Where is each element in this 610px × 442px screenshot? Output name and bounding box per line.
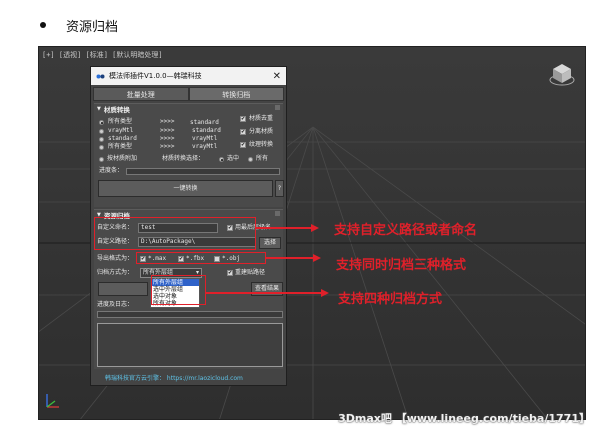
attach-by-material-radio[interactable] (99, 157, 104, 162)
page: 资源归档 [+] [透视] [标准] [默认明暗处理] 模法师插件V1.0.0—… (0, 0, 610, 442)
conv-to-2: standard (192, 127, 221, 134)
dialog-tabs: 批量处理 转换归档 (93, 87, 284, 101)
selected-label: 选中 (227, 155, 240, 162)
conv-to-4: vrayMtl (192, 143, 218, 150)
format-highlight (136, 252, 266, 264)
bullet-icon (40, 22, 46, 28)
conv-select-label: 材质转换选择： (162, 155, 205, 162)
select-path-button[interactable]: 选择 (259, 237, 281, 249)
conv-arrow-3: >>>> (160, 135, 175, 142)
texture-convert-checkbox[interactable]: ✔ (240, 142, 246, 148)
dedupe-material-label: 材质去重 (249, 115, 274, 122)
close-icon[interactable]: ✕ (273, 71, 281, 82)
name-path-highlight (94, 217, 256, 250)
material-rollout: ▼ 材质转换 所有类型 >>>> standard vrayMtl >>>> s… (94, 103, 284, 207)
conv-radio-2[interactable] (99, 129, 104, 134)
conv-arrow-4: >>>> (160, 143, 175, 150)
watermark: 3Dmax吧 【www.lineeg.com/tieba/1771】 (338, 412, 590, 425)
split-material-label: 分离材质 (249, 128, 274, 135)
one-click-convert-button[interactable]: 一键转换 (98, 180, 273, 197)
all-label: 所有 (256, 155, 269, 162)
conv-to-3: vrayMtl (192, 135, 218, 142)
dedupe-material-checkbox[interactable]: ✔ (240, 116, 246, 122)
texture-convert-label: 纹理转换 (249, 141, 274, 148)
conv-radio-1[interactable] (99, 120, 104, 125)
section-heading: 资源归档 (40, 15, 118, 35)
conv-arrow-1: >>>> (160, 118, 175, 125)
conv-arrow-2: >>>> (160, 127, 175, 134)
material-section-title: 材质转换 (103, 106, 130, 114)
archive-run-button[interactable] (98, 282, 148, 296)
help-button[interactable]: ? (275, 180, 284, 197)
footer-link[interactable]: 韩瑞科技官方云引擎： https://mr.laozicloud.com (105, 375, 243, 383)
callout-three-formats: 支持同时归档三种格式 (336, 258, 467, 273)
conv-from-2: vrayMtl (108, 127, 134, 134)
method-highlight (151, 275, 206, 305)
callout-custom-path: 支持自定义路径或者命名 (334, 223, 478, 238)
arrow-1-head-icon (311, 224, 319, 232)
split-material-checkbox[interactable]: ✔ (240, 129, 246, 135)
material-rollout-header[interactable]: ▼ 材质转换 (94, 104, 283, 114)
format-label: 导出格式为： (97, 255, 134, 262)
arrow-2-line (266, 257, 314, 259)
dialog-title: 模法师插件V1.0.0—韩瑞科技 (109, 72, 202, 80)
conv-radio-4[interactable] (99, 145, 104, 150)
dialog-titlebar[interactable]: 模法师插件V1.0.0—韩瑞科技 ✕ (91, 67, 286, 85)
attach-by-material-label: 按材质附加 (107, 155, 138, 162)
tab-batch[interactable]: 批量处理 (93, 87, 189, 101)
heading-text: 资源归档 (66, 19, 119, 35)
rollout-pin-icon (275, 211, 280, 216)
archive-progress-bar (97, 311, 283, 318)
rollout-pin-icon (275, 105, 280, 110)
log-textarea[interactable] (97, 323, 283, 367)
selected-radio[interactable] (219, 157, 224, 162)
tab-convert-archive[interactable]: 转换归档 (188, 87, 284, 101)
log-label: 进度及日志： (97, 301, 134, 308)
arrow-2-head-icon (313, 254, 321, 262)
arrow-1-line (256, 227, 312, 229)
axis-gizmo-icon (46, 394, 59, 408)
arrow-3-line (206, 292, 322, 294)
conv-to-1: standard (190, 119, 219, 126)
material-progress-bar (126, 168, 280, 175)
arrow-3-head-icon (321, 289, 329, 297)
viewport-label[interactable]: [+] [透视] [标准] [默认明暗处理] (42, 50, 163, 60)
all-radio[interactable] (248, 157, 253, 162)
callout-four-methods: 支持四种归档方式 (338, 292, 443, 307)
conv-from-4: 所有类型 (108, 143, 133, 150)
relink-path-label: 重建贴路径 (235, 269, 266, 276)
app-logo-icon (96, 74, 105, 78)
viewcube-icon[interactable] (549, 61, 575, 87)
progress-label: 进度条： (99, 167, 124, 174)
relink-path-checkbox[interactable]: ✔ (227, 270, 233, 276)
collapse-caret-icon: ▼ (97, 106, 101, 112)
conv-from-3: standard (108, 135, 137, 142)
method-label: 归档方式为： (97, 269, 134, 276)
conv-from-1: 所有类型 (108, 118, 133, 125)
conv-radio-3[interactable] (99, 137, 104, 142)
